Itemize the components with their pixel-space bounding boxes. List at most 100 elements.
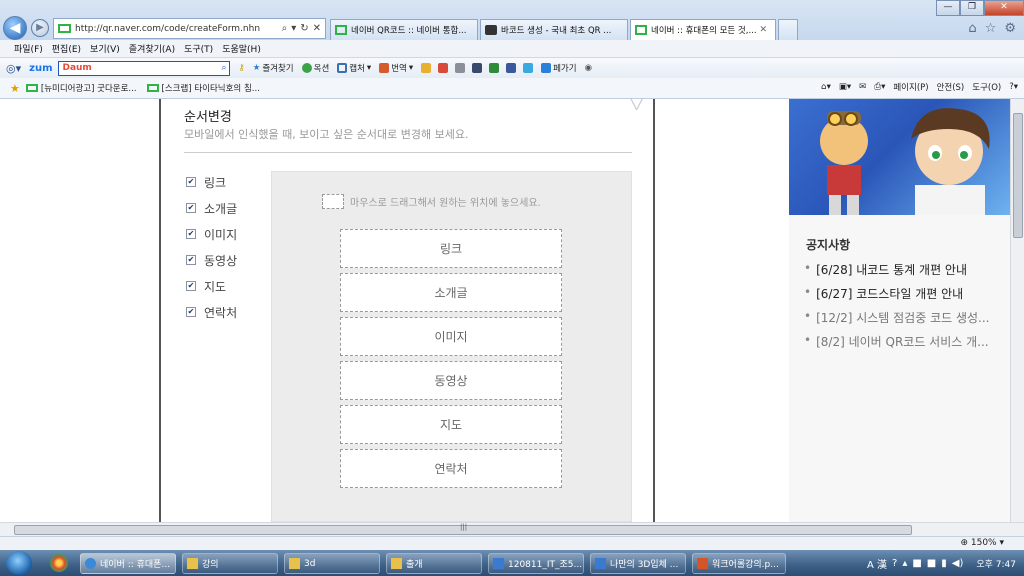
check-row-map[interactable]: ✔ 지도 bbox=[186, 273, 237, 299]
tray-app-icon[interactable]: ■ bbox=[912, 558, 921, 569]
forward-button[interactable]: ▶ bbox=[31, 19, 49, 37]
save-icon[interactable] bbox=[472, 63, 483, 73]
gear-icon[interactable]: ⚙ bbox=[1004, 21, 1016, 36]
chrome-pinned-icon[interactable] bbox=[50, 554, 68, 572]
order-item-map[interactable]: 지도 bbox=[340, 405, 562, 444]
restore-button[interactable]: ❐ bbox=[960, 0, 984, 16]
task-doc-it[interactable]: 120811_IT_조5... bbox=[488, 553, 584, 574]
facebook-icon[interactable] bbox=[506, 63, 517, 73]
toolbar-pagego[interactable]: 페가기 bbox=[541, 62, 577, 74]
twitter-icon[interactable] bbox=[523, 63, 534, 73]
order-item-video[interactable]: 동영상 bbox=[340, 361, 562, 400]
close-tab-icon[interactable]: ✕ bbox=[760, 25, 768, 35]
menu-file[interactable]: 파일(F) bbox=[14, 42, 43, 55]
address-text[interactable]: http://qr.naver.com/code/createForm.nhn bbox=[75, 24, 282, 34]
tray-arrow-icon[interactable]: ▴ bbox=[902, 558, 907, 569]
checkbox[interactable]: ✔ bbox=[186, 177, 196, 187]
toolbar-favorites[interactable]: ★ 즐겨찾기 bbox=[253, 62, 294, 74]
checkbox[interactable]: ✔ bbox=[186, 255, 196, 265]
favorites-star-icon[interactable]: ☆ bbox=[985, 21, 997, 36]
toolbar-settings-icon[interactable]: ◎▾ bbox=[6, 62, 21, 75]
clock[interactable]: 오후 7:47 bbox=[976, 557, 1016, 570]
feed-icon[interactable]: ▣▾ bbox=[839, 82, 851, 92]
toolbar-search-input[interactable]: Daum ⌕ bbox=[58, 60, 231, 76]
menu-help[interactable]: 도움말(H) bbox=[222, 42, 261, 55]
search-icon[interactable]: ⌕ bbox=[221, 63, 226, 73]
favorites-star-icon[interactable]: ★ bbox=[10, 82, 20, 95]
dropdown-icon[interactable]: ▾ bbox=[291, 23, 296, 34]
menu-tools-cmd[interactable]: 도구(O) bbox=[972, 81, 1001, 93]
order-item-image[interactable]: 이미지 bbox=[340, 317, 562, 356]
excel-icon[interactable] bbox=[489, 63, 500, 73]
notice-item[interactable]: • [6/27] 코드스타일 개편 안내 bbox=[804, 285, 1004, 309]
checkbox[interactable]: ✔ bbox=[186, 281, 196, 291]
mail-icon[interactable]: ✉ bbox=[859, 82, 866, 92]
tab-barcode[interactable]: 바코드 생성 - 국내 최초 QR ... bbox=[480, 19, 628, 40]
order-item-contact[interactable]: 연락처 bbox=[340, 449, 562, 488]
network-icon[interactable]: ▮ bbox=[941, 558, 947, 569]
tab-naver-qr[interactable]: 네이버 QR코드 :: 네이버 통합... bbox=[330, 19, 478, 40]
menu-edit[interactable]: 편집(E) bbox=[52, 42, 81, 55]
tray-app-icon[interactable]: ■ bbox=[927, 558, 936, 569]
print-icon[interactable]: ⎙▾ bbox=[874, 82, 885, 92]
toolbar-extra-icon[interactable]: ◉ bbox=[585, 63, 592, 73]
tab-naver-mobile[interactable]: 네이버 :: 휴대폰의 모든 것,... ✕ bbox=[630, 19, 776, 40]
checkbox[interactable]: ✔ bbox=[186, 203, 196, 213]
task-ppt[interactable]: 워크어롤강의.p... bbox=[692, 553, 786, 574]
task-folder-out[interactable]: 출개 bbox=[386, 553, 482, 574]
checkbox[interactable]: ✔ bbox=[186, 229, 196, 239]
notice-item[interactable]: • [12/2] 시스템 점검중 코드 생성... bbox=[804, 309, 1004, 333]
order-item-link[interactable]: 링크 bbox=[340, 229, 562, 268]
search-icon[interactable]: ⌕ bbox=[282, 23, 288, 34]
zoom-level[interactable]: ⊕ 150% ▾ bbox=[960, 538, 1004, 548]
order-item-intro[interactable]: 소개글 bbox=[340, 273, 562, 312]
refresh-icon[interactable]: ↻ bbox=[300, 23, 308, 34]
checkbox[interactable]: ✔ bbox=[186, 307, 196, 317]
check-row-image[interactable]: ✔ 이미지 bbox=[186, 221, 237, 247]
zum-logo[interactable]: zum bbox=[29, 63, 52, 74]
menu-favorites[interactable]: 즐겨찾기(A) bbox=[129, 42, 175, 55]
note-icon[interactable] bbox=[421, 63, 432, 73]
stop-icon[interactable]: ✕ bbox=[313, 23, 321, 34]
check-row-intro[interactable]: ✔ 소개글 bbox=[186, 195, 237, 221]
menu-page[interactable]: 페이지(P) bbox=[893, 81, 928, 93]
start-button[interactable] bbox=[6, 551, 32, 575]
help-icon[interactable]: ? bbox=[892, 558, 897, 569]
vertical-scrollbar[interactable] bbox=[1010, 99, 1024, 522]
ime-indicator[interactable]: A 漢 bbox=[867, 556, 887, 571]
back-button[interactable]: ◀ bbox=[3, 16, 27, 40]
home-icon[interactable]: ⌂▾ bbox=[821, 82, 831, 92]
new-tab-button[interactable] bbox=[778, 19, 798, 40]
help-icon[interactable]: ?▾ bbox=[1009, 82, 1018, 92]
home-icon[interactable]: ⌂ bbox=[968, 21, 976, 36]
horizontal-scrollbar[interactable]: ||| bbox=[0, 522, 1024, 536]
favorite-label: [스크랩] 타이타닉호의 침... bbox=[161, 84, 260, 94]
task-folder-lecture[interactable]: 강의 bbox=[182, 553, 278, 574]
check-row-link[interactable]: ✔ 링크 bbox=[186, 169, 237, 195]
brush-icon[interactable] bbox=[455, 63, 466, 73]
task-ie-naver[interactable]: 네이버 :: 휴대폰... bbox=[80, 553, 176, 574]
check-row-contact[interactable]: ✔ 연락처 bbox=[186, 299, 237, 325]
volume-icon[interactable]: ◀) bbox=[952, 558, 964, 569]
character-banner[interactable] bbox=[789, 99, 1010, 215]
toolbar-capture[interactable]: 캡처 ▾ bbox=[337, 62, 371, 74]
favorite-link[interactable]: [뉴미디어광고] 굿다운로... bbox=[25, 82, 137, 94]
key-icon[interactable]: ⚷ bbox=[238, 63, 244, 73]
notice-item[interactable]: • [6/28] 내코드 통계 개편 안내 bbox=[804, 261, 1004, 285]
close-window-button[interactable]: ✕ bbox=[984, 0, 1024, 16]
menu-view[interactable]: 보기(V) bbox=[90, 42, 120, 55]
task-doc-3d[interactable]: 나만의 3D입체 ... bbox=[590, 553, 686, 574]
menu-tools[interactable]: 도구(T) bbox=[184, 42, 213, 55]
notice-item[interactable]: • [8/2] 네이버 QR코드 서비스 개... bbox=[804, 333, 1004, 357]
check-row-video[interactable]: ✔ 동영상 bbox=[186, 247, 237, 273]
toolbar-okseon[interactable]: 옥션 bbox=[301, 62, 329, 74]
pen-icon[interactable] bbox=[438, 63, 449, 73]
task-folder-3d[interactable]: 3d bbox=[284, 553, 380, 574]
toolbar-translate[interactable]: 번역 ▾ bbox=[379, 62, 413, 74]
menu-safety[interactable]: 안전(S) bbox=[937, 81, 965, 93]
scrollbar-thumb[interactable] bbox=[1013, 113, 1023, 238]
minimize-button[interactable]: — bbox=[936, 0, 960, 16]
favorite-link[interactable]: [스크랩] 타이타닉호의 침... bbox=[146, 82, 260, 94]
close-icon[interactable]: ╲╱ bbox=[627, 99, 646, 110]
address-bar[interactable]: http://qr.naver.com/code/createForm.nhn … bbox=[53, 18, 326, 39]
